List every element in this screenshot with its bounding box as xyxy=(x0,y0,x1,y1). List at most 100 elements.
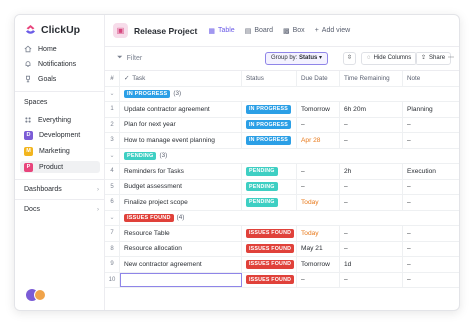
task-name: Reminders for Tasks xyxy=(124,167,184,175)
time-remaining-cell[interactable]: 1d xyxy=(340,257,403,272)
status-cell[interactable]: ISSUES FOUND xyxy=(242,241,297,256)
due-date-cell[interactable]: Today xyxy=(297,195,340,210)
status-cell[interactable]: IN PROGRESS xyxy=(242,133,297,148)
group-status-badge[interactable]: ISSUES FOUND xyxy=(124,213,174,222)
table-row[interactable]: 8 Resource allocation ISSUES FOUND May 21– – xyxy=(105,241,459,257)
collapse-chevron-icon[interactable]: ⌄ xyxy=(105,210,120,225)
column-header-task[interactable]: ✓ Task xyxy=(120,71,242,86)
sidebar-item-product[interactable]: P Product xyxy=(20,161,100,173)
more-options-button[interactable]: ⋯ xyxy=(445,52,457,65)
task-name-cell[interactable]: Budget assessment xyxy=(120,179,242,194)
group-by-button[interactable]: Group by: Status ▾ xyxy=(265,52,329,65)
task-name-cell[interactable]: How to manage event planning xyxy=(120,133,242,148)
due-date-cell[interactable]: – xyxy=(297,164,340,179)
note-cell[interactable]: – xyxy=(403,242,459,257)
column-header-status[interactable]: Status xyxy=(242,71,297,86)
table-row[interactable]: 2 Plan for next year IN PROGRESS – – – xyxy=(105,117,459,133)
due-date-cell[interactable]: Tomorrow xyxy=(297,257,340,272)
table-row[interactable]: 6 Finalize project scope PENDING Today – – xyxy=(105,195,459,211)
time-remaining-cell[interactable]: – xyxy=(340,272,403,287)
due-date-cell[interactable]: – xyxy=(297,179,340,194)
status-cell[interactable]: IN PROGRESS xyxy=(242,117,297,132)
note-cell[interactable]: – xyxy=(403,133,459,148)
task-name-cell[interactable]: Resource allocation xyxy=(120,241,242,256)
task-name-cell[interactable]: Plan for next year xyxy=(120,117,242,132)
status-cell[interactable]: ISSUES FOUND xyxy=(242,272,297,287)
time-remaining-cell[interactable]: – xyxy=(340,226,403,241)
group-status-badge[interactable]: PENDING xyxy=(124,151,157,160)
tab-table[interactable]: ▦ Table xyxy=(208,27,234,35)
tab-board[interactable]: ▤ Board xyxy=(245,27,273,35)
sidebar-item-dashboards[interactable]: Dashboards › xyxy=(24,186,99,193)
time-remaining-cell[interactable]: – xyxy=(340,241,403,256)
add-view-button[interactable]: + Add view xyxy=(315,27,351,34)
table-row[interactable]: 10Update key objectivesISSUES FOUND––– xyxy=(105,272,459,288)
sidebar-item-goals[interactable]: Goals xyxy=(24,75,56,83)
note-cell[interactable]: – xyxy=(403,226,459,241)
sidebar-item-label: Development xyxy=(39,132,81,139)
task-name-cell[interactable]: New contractor agreement xyxy=(120,257,242,272)
table-row[interactable]: 7 Resource Table ISSUES FOUND Today – – xyxy=(105,226,459,242)
collapse-chevron-icon[interactable]: ⌄ xyxy=(105,86,120,101)
group-status-badge[interactable]: IN PROGRESS xyxy=(124,89,171,98)
due-date-cell[interactable]: May 21 xyxy=(297,241,340,256)
sidebar-item-notifications[interactable]: Notifications xyxy=(24,60,76,68)
status-cell[interactable]: ISSUES FOUND xyxy=(242,226,297,241)
status-cell[interactable]: PENDING xyxy=(242,195,297,210)
note-cell[interactable]: – xyxy=(403,180,459,195)
status-cell[interactable]: ISSUES FOUND xyxy=(242,257,297,272)
time-remaining-cell[interactable]: – xyxy=(340,179,403,194)
sidebar-item-everything[interactable]: Everything xyxy=(24,116,71,124)
sidebar-item-marketing[interactable]: M Marketing xyxy=(24,147,70,156)
note-cell[interactable]: – xyxy=(403,118,459,133)
due-date-cell[interactable]: Apr 28 xyxy=(297,133,340,148)
due-date-cell[interactable]: – xyxy=(297,117,340,132)
spaces-heading[interactable]: Spaces xyxy=(24,99,99,106)
time-remaining-cell[interactable]: – xyxy=(340,195,403,210)
column-header-note[interactable]: Note xyxy=(403,71,459,86)
group-label-cell: PENDING (3) xyxy=(120,149,242,164)
app-logo[interactable]: ClickUp xyxy=(24,23,80,36)
expand-button[interactable]: ⇳ xyxy=(343,52,357,65)
avatar[interactable] xyxy=(34,289,46,301)
sidebar-item-home[interactable]: Home xyxy=(24,45,57,53)
status-cell[interactable]: PENDING xyxy=(242,164,297,179)
note-cell[interactable]: – xyxy=(403,195,459,210)
time-remaining-cell[interactable]: – xyxy=(340,117,403,132)
due-date-cell[interactable]: – xyxy=(297,272,340,287)
column-header-due-date[interactable]: Due Date xyxy=(297,71,340,86)
collapse-chevron-icon[interactable]: ⌄ xyxy=(105,148,120,163)
task-name-cell[interactable]: Finalize project scope xyxy=(120,195,242,210)
task-name-cell[interactable]: Reminders for Tasks xyxy=(120,164,242,179)
due-date-cell[interactable]: Tomorrow xyxy=(297,102,340,117)
table-row[interactable]: 1 Update contractor agreement IN PROGRESS T… xyxy=(105,102,459,118)
group-header-row[interactable]: ⌄ IN PROGRESS (3) xyxy=(105,86,459,102)
task-name-cell[interactable]: Update contractor agreement xyxy=(120,102,242,117)
sidebar-item-docs[interactable]: Docs › xyxy=(24,206,99,213)
time-remaining-cell[interactable]: 2h xyxy=(340,164,403,179)
sidebar-item-development[interactable]: D Development xyxy=(24,131,80,140)
tab-box[interactable]: ▩ Box xyxy=(283,27,305,35)
expand-icon: ⇳ xyxy=(347,55,353,61)
note-cell[interactable]: – xyxy=(403,257,459,272)
due-date-cell[interactable]: Today xyxy=(297,226,340,241)
table-row[interactable]: 5 Budget assessment PENDING – – – xyxy=(105,179,459,195)
table-row[interactable]: 4 Reminders for Tasks PENDING –2h Execution xyxy=(105,164,459,180)
column-header-number[interactable]: # xyxy=(105,71,120,86)
table-row[interactable]: 9 New contractor agreement ISSUES FOUND Tom… xyxy=(105,257,459,273)
group-header-row[interactable]: ⌄ PENDING (3) xyxy=(105,148,459,164)
filter-button[interactable]: ⏷ Filter xyxy=(117,54,142,62)
column-header-time-remaining[interactable]: Time Remaining xyxy=(340,71,403,86)
time-remaining-cell[interactable]: – xyxy=(340,133,403,148)
group-header-row[interactable]: ⌄ ISSUES FOUND (4) xyxy=(105,210,459,226)
time-remaining-cell[interactable]: 6h 20m xyxy=(340,102,403,117)
note-cell[interactable]: Planning xyxy=(403,102,459,117)
note-cell[interactable]: Execution xyxy=(403,164,459,179)
note-cell[interactable]: – xyxy=(403,273,459,288)
task-name-cell[interactable]: Resource Table xyxy=(120,226,242,241)
task-name: Plan for next year xyxy=(124,121,176,129)
status-cell[interactable]: IN PROGRESS xyxy=(242,102,297,117)
hide-columns-button[interactable]: ◌ Hide Columns xyxy=(361,52,418,65)
status-cell[interactable]: PENDING xyxy=(242,179,297,194)
table-row[interactable]: 3 How to manage event planning IN PROGRESS… xyxy=(105,133,459,149)
